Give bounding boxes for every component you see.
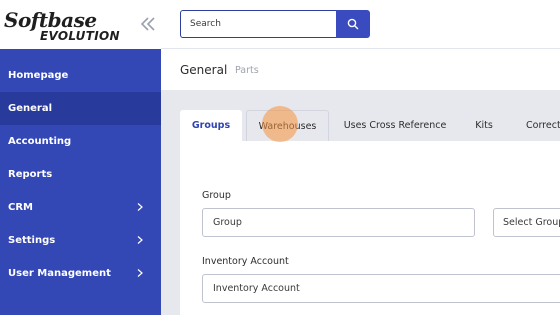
tab-label: Correct <box>526 120 560 131</box>
group-input[interactable] <box>202 208 475 237</box>
tab-uses-cross-reference[interactable]: Uses Cross Reference <box>334 110 456 141</box>
tab-label: Groups <box>191 120 231 131</box>
sidebar-item-crm[interactable]: CRM <box>0 191 161 224</box>
sidebar: Homepage General Accounting Reports CRM … <box>0 49 161 315</box>
main-content: Groups Warehouses Uses Cross Reference K… <box>161 90 560 315</box>
search-input[interactable] <box>180 10 336 38</box>
sidebar-item-user-management[interactable]: User Management <box>0 257 161 290</box>
tab-label: Kits <box>475 120 493 131</box>
select-group-value: Select Group <box>503 217 560 228</box>
breadcrumb-item-parts[interactable]: Parts <box>235 65 259 76</box>
logo: Softbase EVOLUTION <box>0 0 161 49</box>
groups-panel: Group Select Group Inventory Account <box>180 141 560 315</box>
group-label: Group <box>202 190 231 201</box>
sidebar-item-label: Settings <box>8 235 56 246</box>
sidebar-item-label: Homepage <box>8 70 69 81</box>
chevron-right-icon <box>137 203 143 211</box>
tab-kits[interactable]: Kits <box>460 110 508 141</box>
tab-correct[interactable]: Correct <box>516 110 560 141</box>
inventory-account-label: Inventory Account <box>202 256 289 267</box>
sidebar-item-label: Accounting <box>8 136 72 147</box>
breadcrumb: General Parts <box>161 50 560 90</box>
top-bar <box>161 0 560 49</box>
sidebar-item-homepage[interactable]: Homepage <box>0 59 161 92</box>
sidebar-item-label: User Management <box>8 268 111 279</box>
double-chevron-left-icon[interactable] <box>138 14 158 34</box>
tab-label: Uses Cross Reference <box>343 120 447 131</box>
search-icon <box>347 18 359 30</box>
sidebar-item-label: General <box>8 103 52 114</box>
click-indicator <box>262 106 298 142</box>
sidebar-item-accounting[interactable]: Accounting <box>0 125 161 158</box>
chevron-right-icon <box>137 269 143 277</box>
search-button[interactable] <box>336 10 370 38</box>
logo-text-softbase: Softbase <box>4 8 97 32</box>
sidebar-item-settings[interactable]: Settings <box>0 224 161 257</box>
logo-text-evolution: EVOLUTION <box>40 29 120 43</box>
page-title: General <box>180 63 228 77</box>
select-group-dropdown[interactable]: Select Group <box>493 208 560 237</box>
tab-groups[interactable]: Groups <box>180 110 242 141</box>
sidebar-item-general[interactable]: General <box>0 92 161 125</box>
sidebar-item-label: CRM <box>8 202 33 213</box>
sidebar-item-label: Reports <box>8 169 53 180</box>
tab-bar: Groups Warehouses Uses Cross Reference K… <box>180 110 560 141</box>
inventory-account-input[interactable] <box>202 274 560 303</box>
chevron-right-icon <box>137 236 143 244</box>
sidebar-item-reports[interactable]: Reports <box>0 158 161 191</box>
